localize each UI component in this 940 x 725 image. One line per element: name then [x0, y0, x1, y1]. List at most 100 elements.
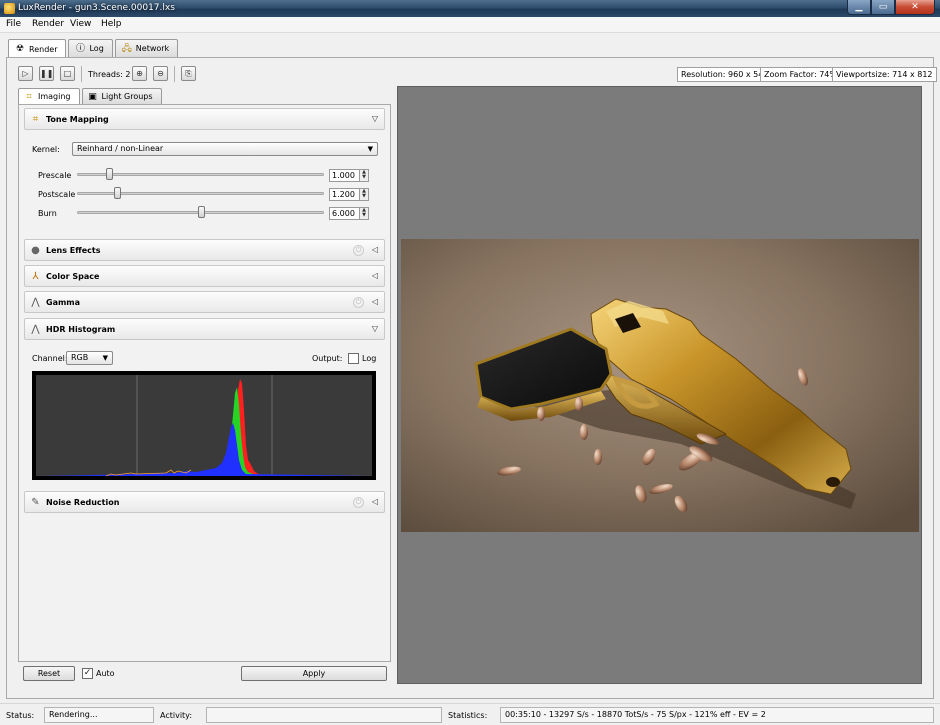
postscale-spin-buttons[interactable]: ▲ ▼: [359, 188, 369, 201]
menu-help[interactable]: Help: [101, 19, 122, 29]
color-space-icon: ⅄: [32, 271, 39, 282]
imaging-icon: ⌗: [26, 91, 32, 102]
chevron-down-icon[interactable]: ▽: [372, 114, 378, 123]
luxrender-app-icon: [4, 3, 15, 14]
output-label: Output:: [312, 354, 343, 363]
network-icon: 🖧: [121, 43, 132, 54]
channel-label: Channel:: [32, 354, 68, 363]
stop-button[interactable]: □: [60, 66, 75, 81]
rendered-scene: [401, 239, 919, 532]
tab-network[interactable]: 🖧 Network: [114, 39, 179, 57]
tab-imaging[interactable]: ⌗ Imaging: [18, 88, 80, 104]
tone-mapping-title: Tone Mapping: [46, 115, 109, 124]
toolbar-separator: [81, 66, 82, 82]
gamma-header[interactable]: ⋀ Gamma ⏻ ◁: [24, 291, 385, 313]
kernel-select[interactable]: Reinhard / non-Linear ▼: [72, 142, 378, 156]
tone-mapping-icon: ⌗: [32, 114, 39, 125]
prescale-slider-track[interactable]: [77, 173, 324, 176]
title-bar: LuxRender - gun3.Scene.00017.lxs ▁ ▭ ✕: [0, 0, 940, 17]
noise-reduction-header[interactable]: ✎ Noise Reduction ⏻ ◁: [24, 491, 385, 513]
log-label: Log: [362, 354, 377, 363]
copy-to-clipboard-button[interactable]: ⎘: [181, 66, 196, 81]
gamma-title: Gamma: [46, 298, 81, 307]
resume-button[interactable]: ▷: [18, 66, 33, 81]
dropdown-arrow-icon: ▼: [102, 354, 108, 362]
remove-thread-button[interactable]: ⊖: [153, 66, 168, 81]
window-title: LuxRender - gun3.Scene.00017.lxs: [18, 3, 175, 13]
radiation-icon: ☢: [15, 44, 25, 54]
histogram-icon: ⋀: [31, 324, 40, 335]
noise-reduction-title: Noise Reduction: [46, 498, 120, 507]
prescale-slider-handle[interactable]: [106, 168, 114, 180]
auto-label: Auto: [96, 669, 115, 678]
main-tabs: ☢ Render ⓘ Log 🖧 Network: [8, 39, 180, 58]
statistics-value: 00:35:10 - 13297 S/s - 18870 TotS/s - 75…: [500, 707, 934, 723]
prescale-spin-buttons[interactable]: ▲ ▼: [359, 169, 369, 182]
activity-value: [206, 707, 442, 723]
power-toggle-icon[interactable]: ⏻: [353, 297, 364, 308]
hdr-histogram-header[interactable]: ⋀ HDR Histogram ▽: [24, 318, 385, 340]
burn-label: Burn: [38, 209, 57, 218]
threads-label: Threads: 2: [88, 70, 131, 79]
channel-select[interactable]: RGB ▼: [66, 351, 113, 365]
tone-mapping-header[interactable]: ⌗ Tone Mapping ▽: [24, 108, 385, 130]
lens-effects-header[interactable]: ● Lens Effects ⏻ ◁: [24, 239, 385, 261]
chevron-down-icon[interactable]: ▽: [372, 324, 378, 333]
tab-light-groups[interactable]: ▣ Light Groups: [81, 88, 162, 104]
postscale-slider-handle[interactable]: [113, 187, 121, 199]
tab-imaging-label: Imaging: [38, 92, 71, 101]
channel-value: RGB: [71, 353, 89, 362]
tab-log-label: Log: [89, 44, 104, 53]
toolbar-separator: [174, 66, 175, 82]
log-checkbox[interactable]: [348, 353, 359, 364]
chevron-left-icon[interactable]: ◁: [372, 497, 378, 506]
kernel-label: Kernel:: [32, 145, 60, 154]
minimize-button[interactable]: ▁: [847, 0, 871, 15]
render-viewport[interactable]: [397, 86, 922, 684]
info-icon: ⓘ: [75, 43, 85, 54]
reset-button[interactable]: Reset: [23, 666, 75, 681]
chevron-left-icon[interactable]: ◁: [372, 245, 378, 254]
burn-spin-buttons[interactable]: ▲ ▼: [359, 207, 369, 220]
power-toggle-icon[interactable]: ⏻: [353, 245, 364, 256]
burn-slider-handle[interactable]: [197, 206, 205, 218]
gamma-icon: ⋀: [31, 297, 40, 308]
hdr-histogram-title: HDR Histogram: [46, 325, 116, 334]
resolution-readout: Resolution: 960 x 540: [677, 67, 773, 82]
tab-log[interactable]: ⓘ Log: [68, 39, 113, 57]
menu-render[interactable]: Render: [32, 19, 64, 29]
pause-button[interactable]: ❚❚: [39, 66, 54, 81]
chevron-left-icon[interactable]: ◁: [372, 297, 378, 306]
imaging-tabs: ⌗ Imaging ▣ Light Groups: [18, 88, 164, 104]
activity-label: Activity:: [160, 711, 193, 720]
menu-file[interactable]: File: [6, 19, 21, 29]
menu-bar: File Render View Help: [0, 17, 940, 33]
rendered-image: [401, 239, 919, 532]
tab-render[interactable]: ☢ Render: [8, 39, 67, 58]
close-button[interactable]: ✕: [895, 0, 935, 15]
auto-checkbox[interactable]: ✓: [82, 668, 93, 679]
zoom-factor-readout: Zoom Factor: 74%: [760, 67, 841, 82]
lens-icon: ●: [31, 245, 40, 256]
add-thread-button[interactable]: ⊕: [132, 66, 147, 81]
status-bar: Status: Rendering... Activity: Statistic…: [0, 703, 940, 725]
statistics-label: Statistics:: [448, 711, 488, 720]
noise-reduction-icon: ✎: [31, 497, 40, 508]
menu-view[interactable]: View: [70, 19, 91, 29]
lens-effects-title: Lens Effects: [46, 246, 101, 255]
maximize-button[interactable]: ▭: [871, 0, 895, 15]
histogram-graph: [36, 375, 372, 476]
color-space-header[interactable]: ⅄ Color Space ◁: [24, 265, 385, 287]
viewport-size-readout: Viewportsize: 714 x 812: [832, 67, 937, 82]
postscale-label: Postscale: [38, 190, 76, 199]
pistol-muzzle: [826, 477, 840, 487]
apply-button[interactable]: Apply: [241, 666, 387, 681]
chevron-left-icon[interactable]: ◁: [372, 271, 378, 280]
dropdown-arrow-icon: ▼: [367, 145, 373, 153]
prescale-label: Prescale: [38, 171, 72, 180]
power-toggle-icon[interactable]: ⏻: [353, 497, 364, 508]
status-label: Status:: [6, 711, 35, 720]
histogram-background: [36, 375, 372, 476]
tab-render-label: Render: [29, 44, 58, 54]
tab-light-groups-label: Light Groups: [101, 92, 153, 101]
